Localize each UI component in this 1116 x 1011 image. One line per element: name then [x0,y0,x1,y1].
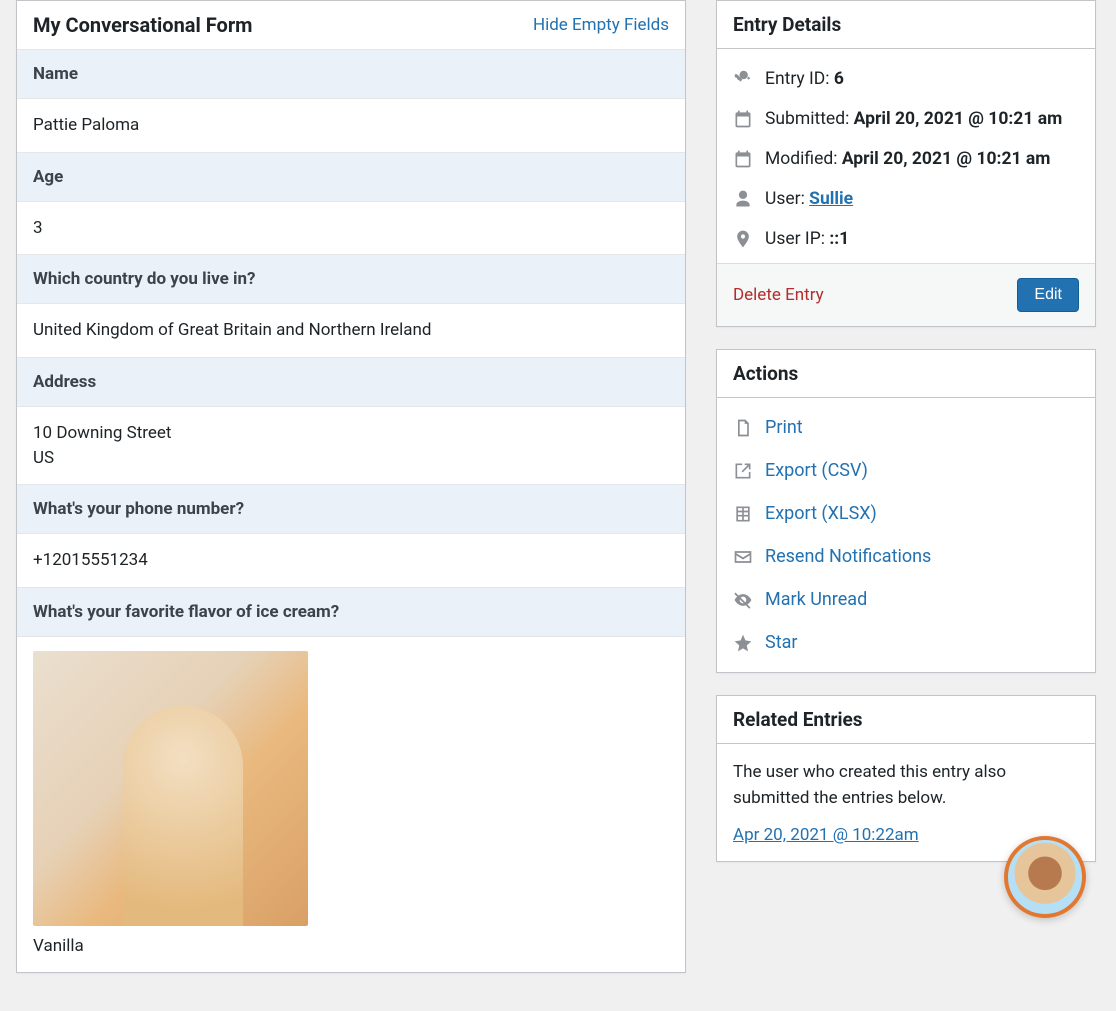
flavor-image [33,651,308,926]
form-entry-panel: My Conversational Form Hide Empty Fields… [16,0,686,973]
field-value-flavor: Vanilla [17,637,685,973]
star-icon [733,633,753,653]
field-value-address: 10 Downing Street US [17,407,685,484]
mail-icon [733,547,753,567]
mark-unread-action[interactable]: Mark Unread [733,578,1079,621]
delete-entry-link[interactable]: Delete Entry [733,285,824,305]
calendar-icon [733,109,753,129]
form-title: My Conversational Form [33,13,252,37]
help-mascot-button[interactable] [1004,836,1086,918]
field-value-phone: +12015551234 [17,534,685,587]
user-link[interactable]: Sullie [809,189,853,209]
related-entry-link[interactable]: Apr 20, 2021 @ 10:22am [733,825,919,845]
submitted-row: Submitted: April 20, 2021 @ 10:21 am [733,99,1079,139]
actions-panel: Actions Print Export (CSV) Export (XLSX)… [716,349,1096,673]
field-label-age: Age [17,152,685,202]
calendar-icon [733,149,753,169]
user-row: User: Sullie [733,179,1079,219]
export-xlsx-action[interactable]: Export (XLSX) [733,492,1079,535]
hide-empty-fields-link[interactable]: Hide Empty Fields [533,15,669,35]
export-icon [733,461,753,481]
location-icon [733,229,753,249]
spreadsheet-icon [733,504,753,524]
modified-row: Modified: April 20, 2021 @ 10:21 am [733,139,1079,179]
field-label-phone: What's your phone number? [17,484,685,534]
file-icon [733,418,753,438]
eye-slash-icon [733,590,753,610]
field-label-name: Name [17,49,685,99]
resend-notifications-action[interactable]: Resend Notifications [733,535,1079,578]
field-value-country: United Kingdom of Great Britain and Nort… [17,304,685,357]
ip-row: User IP: ::1 [733,219,1079,259]
field-value-age: 3 [17,202,685,255]
entry-details-panel: Entry Details Entry ID: 6 Submitted: Apr… [716,0,1096,327]
export-csv-action[interactable]: Export (CSV) [733,449,1079,492]
form-header: My Conversational Form Hide Empty Fields [17,1,685,49]
edit-button[interactable]: Edit [1017,278,1079,312]
key-icon [733,69,753,89]
field-label-flavor: What's your favorite flavor of ice cream… [17,587,685,637]
related-title: Related Entries [717,696,1095,743]
print-action[interactable]: Print [733,406,1079,449]
entry-id-row: Entry ID: 6 [733,59,1079,99]
field-label-country: Which country do you live in? [17,254,685,304]
entry-details-title: Entry Details [717,1,1095,48]
user-icon [733,189,753,209]
actions-title: Actions [717,350,1095,397]
field-label-address: Address [17,357,685,407]
star-action[interactable]: Star [733,621,1079,664]
field-value-name: Pattie Paloma [17,99,685,152]
related-description: The user who created this entry also sub… [733,760,1079,811]
